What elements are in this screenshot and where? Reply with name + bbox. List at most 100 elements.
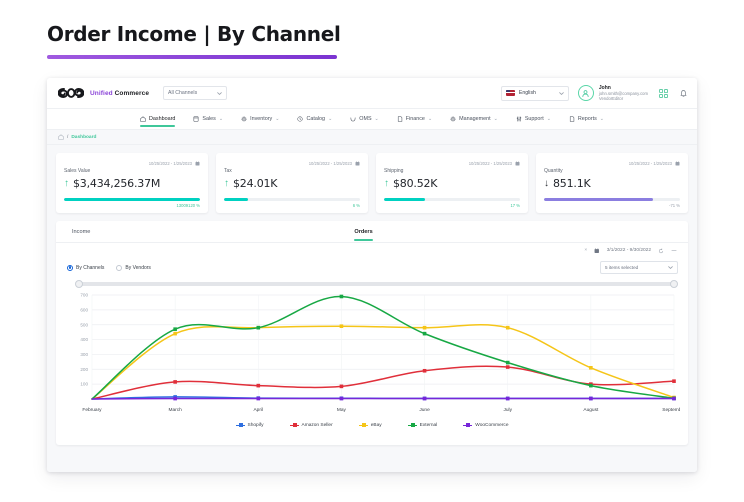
kpi-percent: 17 % — [510, 202, 520, 208]
page-root: Order Income | By Channel Unified Commer… — [0, 0, 744, 502]
logo[interactable]: Unified Commerce — [58, 88, 149, 98]
calendar-icon — [355, 160, 360, 165]
tab-income[interactable]: Income — [62, 221, 100, 243]
kpi-date-range[interactable]: 10/25/2022 - 1/25/2023 — [224, 159, 360, 167]
more-icon[interactable] — [671, 249, 677, 252]
nav-item-oms[interactable]: OMS ⌄ — [341, 109, 387, 130]
channel-filter-select[interactable]: All Channels — [163, 86, 228, 100]
radio-indicator — [116, 264, 123, 271]
user-info: John john.smith@company.com VendorEditor — [599, 85, 648, 102]
kpi-date-range[interactable]: 10/25/2022 - 1/25/2023 — [384, 159, 520, 167]
nav-item-reports[interactable]: Reports ⌄ — [560, 109, 613, 130]
breadcrumb-separator: / — [67, 134, 69, 140]
title-block: Order Income | By Channel — [47, 22, 341, 59]
gear-icon — [241, 116, 247, 122]
calendar-icon — [675, 160, 680, 165]
nav-item-sales[interactable]: Sales ⌄ — [184, 109, 232, 130]
chart-panel: Income Orders × 3/1/2022 - 9/30/2022 By … — [56, 220, 688, 445]
kpi-date-text: 10/25/2022 - 1/25/2023 — [308, 160, 352, 166]
calendar-icon[interactable] — [594, 248, 600, 254]
nav-item-dashboard[interactable]: Dashboard — [131, 109, 184, 130]
home-icon[interactable] — [58, 134, 64, 140]
chevron-down-icon: ⌄ — [599, 116, 604, 122]
chevron-down-icon — [559, 91, 564, 95]
bell-icon — [680, 89, 687, 97]
arrow-up-icon: ↑ — [384, 177, 389, 189]
chevron-down-icon — [217, 91, 222, 95]
slider-handle-right[interactable] — [670, 279, 678, 288]
refresh-icon[interactable] — [658, 248, 664, 254]
radio-by-channels[interactable]: By Channels — [67, 264, 104, 271]
page-title: Order Income | By Channel — [47, 22, 341, 46]
us-flag-icon — [505, 90, 515, 96]
nav-item-catalog[interactable]: Catalog ⌄ — [288, 109, 341, 130]
chevron-down-icon: ⌄ — [218, 116, 224, 122]
kpi-progress-bar — [224, 198, 360, 201]
slider-handle-left[interactable] — [75, 279, 83, 288]
kpi-value-row: ↓ 851.1K — [544, 177, 680, 190]
slider-track — [79, 282, 674, 287]
tag-icon — [297, 116, 304, 122]
items-select-value: 5 items selected — [605, 265, 639, 271]
chevron-down-icon: ⌄ — [275, 116, 280, 122]
items-select[interactable]: 5 items selected — [600, 261, 678, 275]
kpi-label: Tax — [224, 168, 232, 174]
nav-item-inventory[interactable]: Inventory ⌄ — [232, 109, 288, 130]
legend-marker-icon — [289, 422, 299, 429]
kpi-date-range[interactable]: 10/25/2022 - 1/25/2023 — [544, 159, 680, 167]
channel-filter-value: All Channels — [168, 90, 198, 96]
nav-label: Sales — [202, 116, 216, 122]
nav-label: Reports — [577, 116, 597, 122]
nav-item-management[interactable]: Management ⌄ — [441, 109, 507, 130]
app-body: 10/25/2022 - 1/25/2023 Sales Value ↑ $3,… — [47, 145, 697, 472]
panel-toolbar: × 3/1/2022 - 9/30/2022 — [56, 243, 688, 259]
legend-item[interactable]: External — [407, 422, 438, 429]
user-icon — [582, 89, 589, 97]
home-icon — [140, 116, 146, 122]
nav-item-support[interactable]: Support ⌄ — [507, 109, 560, 130]
kpi-card-quantity: 10/25/2022 - 1/25/2023 Quantity ↓ 851.1K — [536, 153, 688, 213]
clear-button[interactable]: × — [584, 248, 587, 253]
kpi-label: Quantity — [544, 168, 563, 174]
smile-icon — [350, 117, 356, 122]
legend-marker-icon — [235, 422, 245, 429]
legend-item[interactable]: eBay — [358, 422, 382, 429]
main-navigation: Dashboard Sales ⌄ Inventory ⌄ Catalog ⌄ … — [47, 109, 697, 130]
tab-orders[interactable]: Orders — [344, 221, 382, 243]
breadcrumb-current[interactable]: Dashboard — [71, 135, 96, 140]
app-header: Unified Commerce All Channels English Jo… — [47, 78, 697, 109]
user-role: VendorEditor — [598, 96, 624, 102]
refresh-glyph — [658, 248, 664, 253]
kpi-date-text: 10/25/2022 - 1/25/2023 — [148, 160, 192, 166]
kpi-date-range[interactable]: 10/25/2022 - 1/25/2023 — [64, 159, 200, 167]
nav-item-finance[interactable]: Finance ⌄ — [388, 109, 441, 130]
logo-text: Unified Commerce — [90, 90, 149, 97]
kpi-value: $24.01K — [233, 177, 278, 190]
kpi-percent: 6 % — [352, 202, 360, 208]
legend-item[interactable]: WooCommerce — [463, 422, 508, 429]
legend-item[interactable]: Amazon Seller — [289, 422, 333, 429]
tab-label: Orders — [354, 228, 373, 235]
apps-grid-icon[interactable] — [659, 88, 668, 98]
grid-icon — [659, 88, 668, 98]
radio-by-vendors[interactable]: By Vendors — [116, 264, 151, 271]
user-menu[interactable]: John john.smith@company.com VendorEditor — [577, 85, 648, 102]
kpi-card-shipping: 10/25/2022 - 1/25/2023 Shipping ↑ $80.52… — [376, 153, 528, 213]
panel-date-range[interactable]: 3/1/2022 - 9/30/2022 — [607, 248, 651, 253]
kpi-value: $3,434,256.37M — [73, 177, 161, 190]
kpi-value: $80.52K — [393, 177, 438, 190]
nav-label: Inventory — [250, 116, 273, 122]
nav-label: Management — [459, 116, 491, 122]
chevron-down-icon: ⌄ — [427, 116, 433, 122]
tab-label: Income — [72, 228, 91, 235]
legend-label: External — [419, 422, 438, 428]
range-slider[interactable] — [75, 279, 678, 288]
document-icon — [397, 116, 402, 122]
language-select[interactable]: English — [500, 85, 569, 101]
tablet-icon — [193, 116, 199, 122]
nav-label: Dashboard — [149, 116, 176, 122]
kpi-percent: 13009120 % — [176, 202, 200, 208]
legend-item[interactable]: Shopify — [235, 422, 264, 429]
notifications-icon[interactable] — [679, 89, 688, 98]
chevron-down-icon: ⌄ — [493, 116, 498, 122]
